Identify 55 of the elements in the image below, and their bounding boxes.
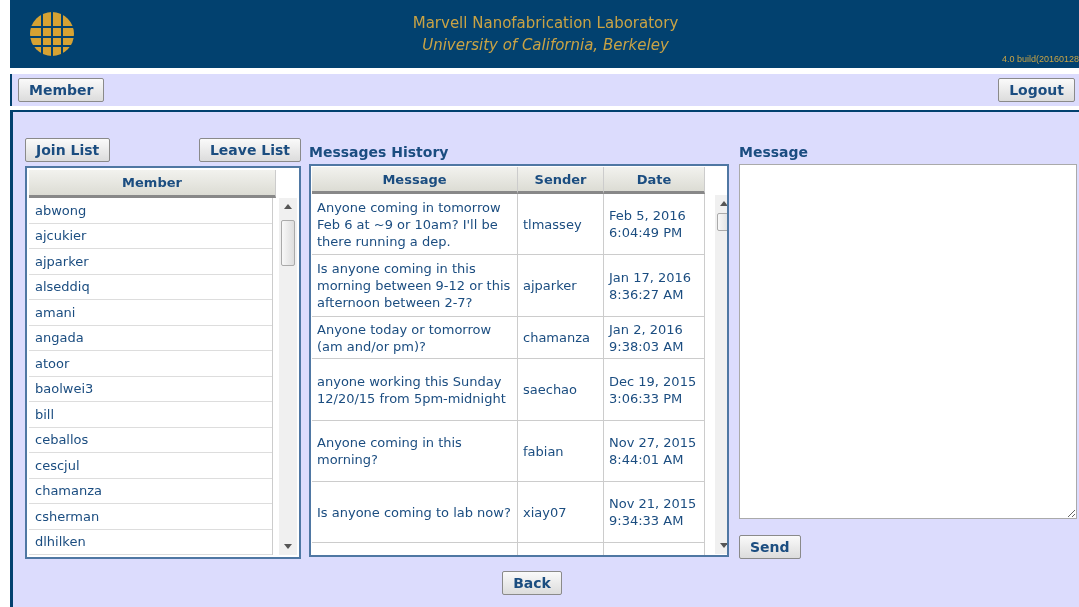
scroll-down-icon[interactable] (284, 544, 293, 549)
member-item[interactable]: ajcukier (29, 223, 273, 249)
member-item[interactable]: atoor (29, 351, 273, 377)
header-title: Marvell Nanofabrication Laboratory (412, 14, 679, 32)
member-item[interactable]: amani (29, 300, 273, 326)
table-cell: fabian (518, 421, 604, 482)
member-item[interactable]: dlhilken (29, 529, 273, 555)
join-list-button[interactable]: Join List (25, 138, 111, 162)
member-item[interactable]: ajparker (29, 249, 273, 275)
member-item[interactable]: chamanza (29, 478, 273, 504)
table-cell: Anyone today or tomorrow (am and/or pm)? (312, 317, 518, 359)
table-cell: Jan 17, 2016 8:36:27 AM (604, 255, 705, 317)
table-cell: Is anyone coming in this morning between 9-12 or this afternoon between 2-7? (312, 255, 518, 317)
member-item[interactable]: alseddiq (29, 274, 273, 300)
table-cell: Dec 19, 2015 3:06:33 PM (604, 359, 705, 421)
section-title: Messages History (309, 143, 450, 160)
member-item[interactable]: ceballos (29, 427, 273, 453)
scroll-up-icon[interactable] (284, 204, 293, 209)
column-header[interactable]: Member (29, 170, 276, 198)
table-cell: Feb 5, 2016 6:04:49 PM (604, 194, 705, 255)
table-cell: Nov 21, 2015 9:34:33 AM (604, 482, 705, 543)
column-header[interactable]: Sender (518, 167, 604, 194)
message-field[interactable] (739, 164, 1077, 519)
table-cell: Anyone coming in this morning? (312, 421, 518, 482)
section-title: Message (739, 143, 810, 160)
column-header[interactable]: Date (604, 167, 705, 194)
table-cell: chamanza (518, 317, 604, 359)
member-item[interactable]: abwong (29, 198, 273, 224)
column-header[interactable]: Message (312, 167, 518, 194)
table-cell: tlmassey (518, 194, 604, 255)
member-button[interactable]: Member (18, 78, 105, 102)
send-button[interactable]: Send (739, 535, 801, 559)
table-cell: saechao (518, 359, 604, 421)
header-subtitle: University of California, Berkeley (422, 36, 669, 54)
member-item[interactable]: angada (29, 325, 273, 351)
table-cell: anyone working this Sunday 12/20/15 from 5pm-midnight (312, 359, 518, 421)
table-cell: Is anyone coming to lab now? (312, 482, 518, 543)
version-label: 4.0 build(20160128 (1001, 54, 1079, 64)
scroll-up-icon[interactable] (720, 201, 727, 206)
leave-list-button[interactable]: Leave List (198, 138, 301, 162)
back-button[interactable]: Back (502, 571, 562, 595)
table-cell: Nov 27, 2015 8:44:01 AM (604, 421, 705, 482)
scroll-thumb[interactable] (281, 220, 296, 266)
table-cell: xiay07 (518, 482, 604, 543)
scroll-down-icon[interactable] (720, 543, 727, 548)
member-item[interactable]: bill (29, 402, 273, 428)
table-cell: Anyone coming in tomorrow Feb 6 at ~9 or 10am? I'll be there running a dep. (312, 194, 518, 255)
member-item[interactable]: csherman (29, 504, 273, 530)
logout-button[interactable]: Logout (998, 78, 1075, 102)
member-item[interactable]: baolwei3 (29, 376, 273, 402)
scrollbar[interactable] (279, 198, 297, 555)
table-cell: ajparker (518, 255, 604, 317)
table-cell: Jan 2, 2016 9:38:03 AM (604, 317, 705, 359)
scroll-thumb[interactable] (717, 213, 727, 231)
member-item[interactable]: cescjul (29, 453, 273, 479)
